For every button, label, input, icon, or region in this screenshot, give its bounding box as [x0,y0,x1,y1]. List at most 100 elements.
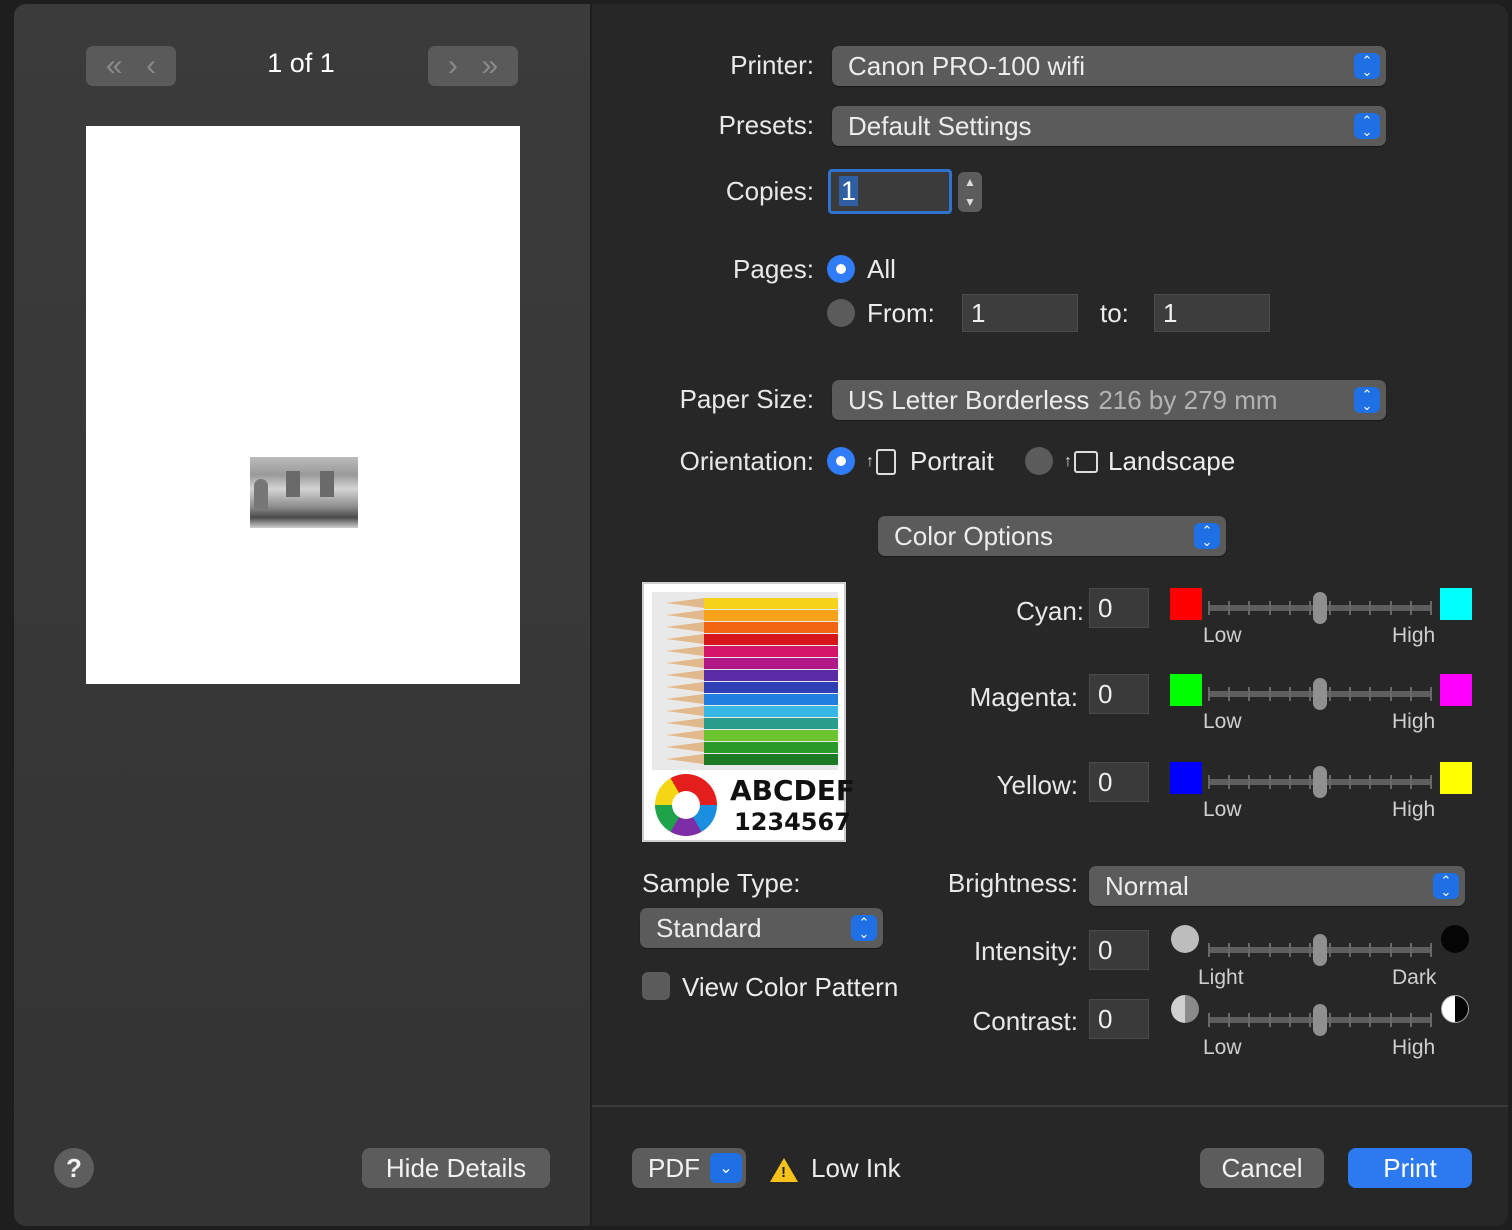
pages-from-field[interactable]: 1 [962,294,1078,332]
sample-type-popup[interactable]: Standard ⌃ ⌄ [640,908,883,948]
slider-tick [1410,943,1412,957]
printer-popup[interactable]: Canon PRO-100 wifi ⌃ ⌄ [832,46,1386,86]
low-ink-warning[interactable]: Low Ink [811,1153,901,1184]
magenta-slider[interactable] [1208,678,1432,710]
hide-details-button[interactable]: Hide Details [362,1148,550,1188]
slider-tick [1309,687,1311,701]
cyan-low-swatch [1170,588,1202,620]
cancel-button[interactable]: Cancel [1200,1148,1324,1188]
view-color-pattern-label[interactable]: View Color Pattern [682,972,898,1003]
magenta-field[interactable]: 0 [1089,674,1149,714]
slider-tick [1269,601,1271,615]
slider-knob[interactable] [1313,766,1327,798]
preview-forward-buttons[interactable]: › » [428,46,518,86]
printer-value: Canon PRO-100 wifi [848,50,1085,81]
intensity-slider[interactable] [1208,934,1432,966]
cyan-label: Cyan: [1016,596,1084,626]
slider-knob[interactable] [1313,934,1327,966]
magenta-high-swatch [1440,674,1472,706]
cyan-field[interactable]: 0 [1089,588,1149,628]
brightness-popup[interactable]: Normal ⌃ ⌄ [1089,866,1465,906]
presets-popup[interactable]: Default Settings ⌃ ⌄ [832,106,1386,146]
slider-tick [1430,775,1432,789]
slider-tick [1289,601,1291,615]
intensity-field[interactable]: 0 [1089,930,1149,970]
pages-to-label: to: [1100,298,1129,328]
yellow-label: Yellow: [996,770,1078,800]
slider-tick [1390,775,1392,789]
slider-tick [1309,601,1311,615]
slider-tick [1369,687,1371,701]
slider-tick [1208,687,1210,701]
pages-from-label[interactable]: From: [867,298,935,329]
slider-tick [1228,601,1230,615]
stepper-up-icon[interactable]: ▲ [958,175,982,189]
slider-tick [1349,775,1351,789]
stepper-down-icon[interactable]: ▼ [958,195,982,209]
contrast-field[interactable]: 0 [1089,999,1149,1039]
landscape-radio[interactable] [1025,447,1053,475]
slider-tick [1309,775,1311,789]
slider-knob[interactable] [1313,592,1327,624]
first-page-icon[interactable]: « [106,49,123,83]
copies-field[interactable]: 1 [828,169,952,214]
slider-tick [1248,1013,1250,1027]
slider-tick [1228,775,1230,789]
pages-range-radio[interactable] [827,299,855,327]
sample-type-value: Standard [656,912,762,943]
slider-tick [1349,687,1351,701]
slider-knob[interactable] [1313,1004,1327,1036]
help-button[interactable]: ? [54,1148,94,1188]
paper-size-value: US Letter Borderless [848,384,1090,415]
magenta-low-label: Low [1203,710,1242,733]
pages-all-radio[interactable] [827,255,855,283]
color-sample-image: ABCDEF 1234567 [642,582,855,842]
slider-tick [1329,601,1331,615]
cyan-slider[interactable] [1208,592,1432,624]
paper-size-popup[interactable]: US Letter Borderless 216 by 279 mm ⌃ ⌄ [832,380,1386,420]
sample-digits: 1234567 [734,808,851,836]
paper-size-detail: 216 by 279 mm [1098,384,1278,415]
slider-tick [1289,687,1291,701]
slider-tick [1410,775,1412,789]
magenta-low-swatch [1170,674,1202,706]
slider-tick [1228,1013,1230,1027]
pages-to-field[interactable]: 1 [1154,294,1270,332]
preview-back-buttons[interactable]: « ‹ [86,46,176,86]
slider-tick [1390,687,1392,701]
copies-label: Copies: [725,176,814,206]
cyan-low-label: Low [1203,624,1242,647]
yellow-field[interactable]: 0 [1089,762,1149,802]
print-button[interactable]: Print [1348,1148,1472,1188]
landscape-label[interactable]: Landscape [1108,446,1235,477]
copies-stepper[interactable]: ▲ ▼ [958,172,982,212]
yellow-slider[interactable] [1208,766,1432,798]
orientation-label: Orientation: [679,446,814,476]
light-icon [1171,925,1199,953]
pages-all-label[interactable]: All [867,254,896,285]
slider-tick [1329,687,1331,701]
slider-tick [1208,775,1210,789]
contrast-slider[interactable] [1208,1004,1432,1036]
slider-tick [1329,775,1331,789]
section-popup[interactable]: Color Options ⌃ ⌄ [878,516,1226,556]
previous-page-icon[interactable]: ‹ [146,49,156,83]
portrait-label[interactable]: Portrait [910,446,994,477]
yellow-high-swatch [1440,762,1472,794]
portrait-radio[interactable] [827,447,855,475]
last-page-icon[interactable]: » [481,49,498,83]
view-color-pattern-checkbox[interactable] [642,972,670,1000]
presets-label: Presets: [718,110,814,140]
slider-knob[interactable] [1313,678,1327,710]
next-page-icon[interactable]: › [448,49,458,83]
chevron-updown-icon: ⌃ ⌄ [1354,113,1380,139]
landscape-icon: ↑ [1064,448,1098,476]
slider-tick [1430,1013,1432,1027]
slider-tick [1329,943,1331,957]
pdf-menu-button[interactable]: PDF ⌄ [632,1148,746,1188]
yellow-high-label: High [1392,798,1436,821]
low-contrast-icon [1171,995,1199,1023]
chevron-updown-icon: ⌃ ⌄ [1354,387,1380,413]
slider-tick [1390,1013,1392,1027]
high-contrast-icon [1441,995,1469,1023]
